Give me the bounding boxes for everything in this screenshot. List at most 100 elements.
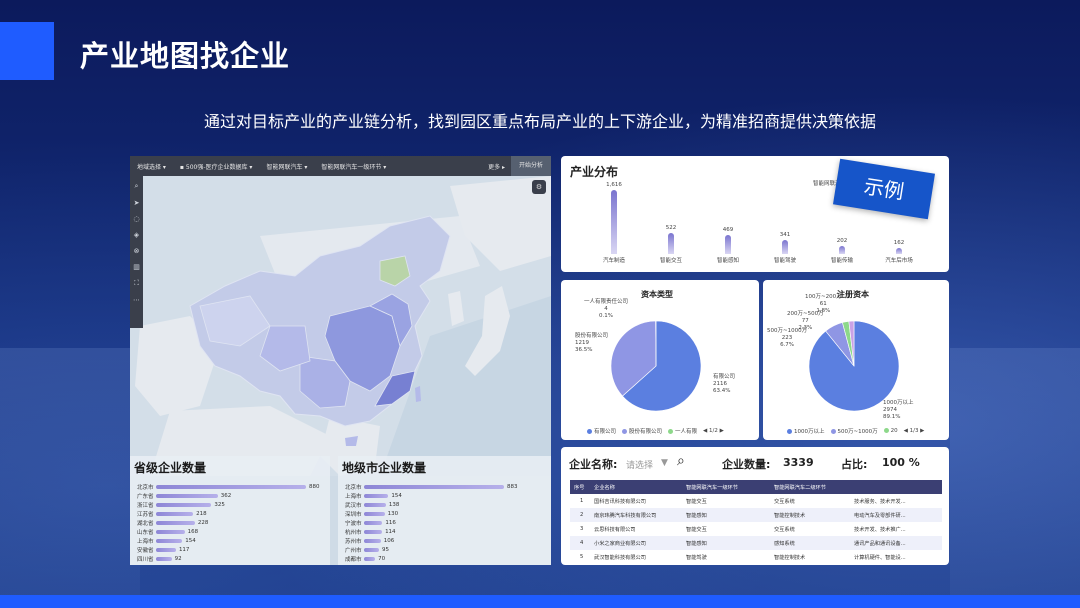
database-select[interactable]: ▪ 500强-医疗企业数据库 ▾ xyxy=(173,162,260,171)
table-row[interactable]: 2 南京玮腾汽车科技有限公司 智能感知 智能控制技术 电动汽车及零部件研... xyxy=(570,508,942,522)
city-row[interactable]: 宁波市 116 xyxy=(338,519,396,527)
province-row-value: 92 xyxy=(174,556,182,562)
reg-label-c: 500万~1000万 223 6.7% xyxy=(767,328,808,348)
table-cell: 电动汽车及零部件研... xyxy=(850,508,942,522)
province-row[interactable]: 浙江省 325 xyxy=(130,501,225,509)
pie-label-sole: 一人有限责任公司 4 0.1% xyxy=(584,299,629,319)
region-select[interactable]: 地域选择 ▾ xyxy=(130,162,173,171)
table-cell: 智能感知 xyxy=(682,508,770,522)
province-bar xyxy=(156,494,218,498)
province-row[interactable]: 安徽省 117 xyxy=(130,546,189,554)
china-map[interactable] xyxy=(130,176,551,476)
industry-bar[interactable] xyxy=(611,190,617,254)
lasso-icon[interactable]: ◌ xyxy=(133,215,139,223)
industry-bar[interactable] xyxy=(839,246,845,254)
city-row[interactable]: 上海市 154 xyxy=(338,492,402,500)
registered-capital-pager[interactable]: ◀ 1/3 ▶ xyxy=(904,428,925,434)
layers-icon[interactable]: ◈ xyxy=(134,231,139,239)
province-row[interactable]: 北京市 880 xyxy=(130,483,320,491)
chain-level-select[interactable]: 智能网联汽车一级环节 ▾ xyxy=(314,162,393,171)
table-cell: 小米之家商业有限公司 xyxy=(590,536,682,550)
pie-label-joint: 股份有限公司 1219 36.5% xyxy=(575,333,609,353)
province-row[interactable]: 江苏省 218 xyxy=(130,510,207,518)
industry-select[interactable]: 智能网联汽车 ▾ xyxy=(259,162,314,171)
province-row-value: 154 xyxy=(185,538,196,544)
province-bar xyxy=(156,485,306,489)
city-row-name: 北京市 xyxy=(345,485,362,491)
map-settings-icon[interactable]: ⚙ xyxy=(532,180,546,194)
capital-type-pager[interactable]: ◀ 1/2 ▶ xyxy=(703,428,724,434)
province-row[interactable]: 上海市 154 xyxy=(130,537,196,545)
industry-bar[interactable] xyxy=(725,235,731,254)
province-row-name: 四川省 xyxy=(137,557,154,563)
accent-block xyxy=(0,22,54,80)
clear-icon[interactable]: ⊗ xyxy=(134,247,140,255)
table-cell: 武汉智能科技有限公司 xyxy=(594,554,646,561)
industry-bar[interactable] xyxy=(782,240,788,254)
start-analysis-button[interactable]: 开始分析 xyxy=(510,156,551,176)
table-header-scope[interactable] xyxy=(850,480,942,494)
pie-label-limited: 有限公司 2116 63.4% xyxy=(713,374,736,394)
province-row[interactable]: 广东省 362 xyxy=(130,492,231,500)
province-row[interactable]: 四川省 92 xyxy=(130,555,182,563)
search-icon[interactable]: ⌕ xyxy=(135,182,139,191)
city-row[interactable]: 苏州市 106 xyxy=(338,537,394,545)
company-name-label: 企业名称: xyxy=(569,458,618,471)
city-row-name: 宁波市 xyxy=(345,521,362,527)
industry-distribution-title: 产业分布 xyxy=(570,165,619,179)
industry-bar[interactable] xyxy=(896,247,902,254)
city-row[interactable]: 深圳市 130 xyxy=(338,510,398,518)
city-row-name: 深圳市 xyxy=(345,512,362,518)
table-header-index[interactable]: 序号 xyxy=(570,480,590,494)
province-bar xyxy=(156,521,195,525)
pointer-icon[interactable]: ➤ xyxy=(134,199,140,207)
table-cell: 国科吉讯科技有限公司 xyxy=(594,498,646,505)
table-row[interactable]: 5 武汉智能科技有限公司 智能驾驶 智能控制技术 计算机硬件、智能设... xyxy=(570,550,942,564)
province-bar xyxy=(156,548,176,552)
company-count-label: 企业数量: xyxy=(722,458,771,471)
province-row-value: 117 xyxy=(178,547,190,553)
city-row[interactable]: 杭州市 114 xyxy=(338,528,396,536)
table-header-level2[interactable]: 智能网联汽车二级环节 xyxy=(770,480,850,494)
city-row[interactable]: 武汉市 138 xyxy=(338,501,399,509)
capital-type-panel: 资本类型 一人有限责任公司 4 0.1% 股份有限公司 1219 36.5% 有… xyxy=(561,280,759,440)
city-row-value: 106 xyxy=(383,538,395,544)
table-header-level1[interactable]: 智能网联汽车一级环节 xyxy=(682,480,770,494)
search-icon[interactable]: ⌕ xyxy=(677,453,685,469)
industry-bar[interactable] xyxy=(668,233,674,254)
industry-category-label: 智能驾驶 xyxy=(773,258,796,264)
more-menu[interactable]: 更多 ▸ xyxy=(482,162,511,171)
province-row[interactable]: 山东省 168 xyxy=(130,528,198,536)
city-row-name: 广州市 xyxy=(345,548,362,554)
table-cell: 通讯产品和通讯设备... xyxy=(850,536,942,550)
ruler-icon[interactable]: ▥ xyxy=(133,263,140,271)
industry-category-label: 智能传输 xyxy=(830,258,853,264)
table-cell: 计算机硬件、智能设... xyxy=(854,554,906,561)
table-cell: 感知系统 xyxy=(770,536,850,550)
city-row[interactable]: 北京市 883 xyxy=(338,483,518,491)
city-row-name: 上海市 xyxy=(345,494,362,500)
province-row-name: 浙江省 xyxy=(137,503,154,509)
province-row[interactable]: 湖北省 228 xyxy=(130,519,208,527)
table-row[interactable]: 4 小米之家商业有限公司 智能感知 感知系统 通讯产品和通讯设备... xyxy=(570,536,942,550)
table-row[interactable]: 3 云思科技有限公司 智能交互 交互系统 技术开发、技术推广... xyxy=(570,522,942,536)
company-name-select[interactable]: 请选择 xyxy=(626,458,653,471)
map-toolbar: 地域选择 ▾ ▪ 500强-医疗企业数据库 ▾ 智能网联汽车 ▾ 智能网联汽车一… xyxy=(130,156,551,176)
city-ranking-panel: 地级市企业数量 北京市 883 上海市 154 武汉市 138 深圳市 130 宁波市 116 杭州… xyxy=(338,456,551,565)
city-row[interactable]: 成都市 70 xyxy=(338,555,385,563)
table-row[interactable]: 1 国科吉讯科技有限公司 智能交互 交互系统 技术服务、技术开发... xyxy=(570,494,942,508)
fullscreen-icon[interactable]: ⛶ xyxy=(134,279,139,288)
table-cell: 智能驾驶 xyxy=(686,554,707,561)
city-bar xyxy=(364,539,381,543)
chevron-down-icon[interactable]: ▼ xyxy=(661,458,668,468)
city-row[interactable]: 广州市 95 xyxy=(338,546,389,554)
table-header-name[interactable]: 企业名称 xyxy=(590,480,682,494)
more-icon[interactable]: ⋯ xyxy=(133,296,140,304)
table-cell: 智能感知 xyxy=(682,536,770,550)
province-row-value: 880 xyxy=(309,484,320,490)
capital-type-pie[interactable] xyxy=(601,316,711,416)
province-bar xyxy=(156,539,183,543)
table-cell: 技术服务、技术开发... xyxy=(854,498,906,505)
industry-bar-value: 162 xyxy=(893,239,905,246)
page-subtitle: 通过对目标产业的产业链分析，找到园区重点布局产业的上下游企业，为精准招商提供决策… xyxy=(203,112,876,131)
